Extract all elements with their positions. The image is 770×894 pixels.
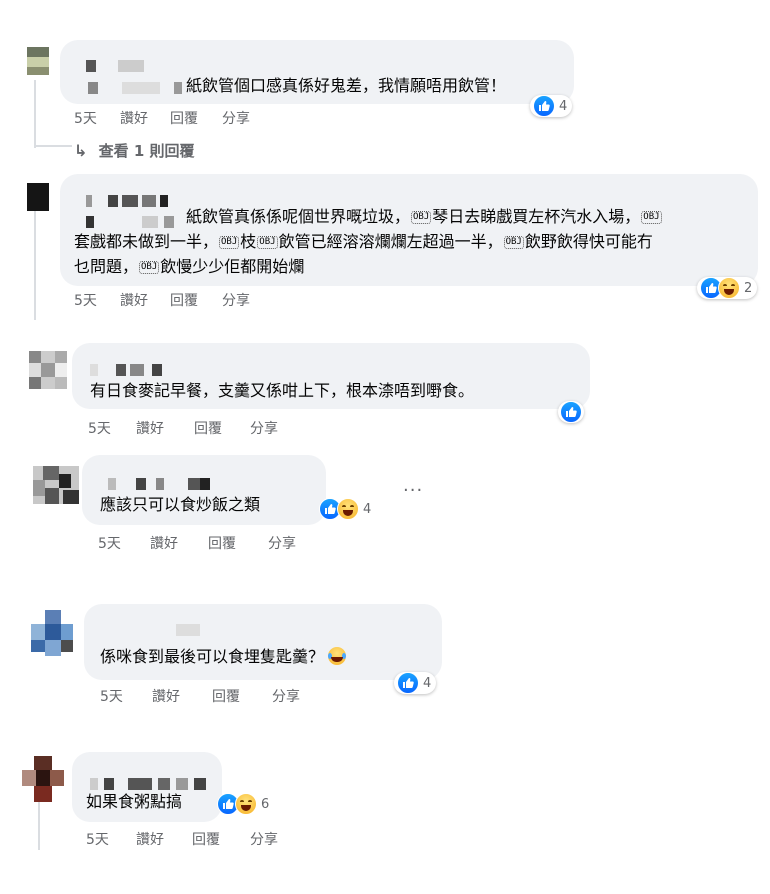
thread-line (34, 210, 36, 320)
reply-button[interactable]: 回覆 (192, 829, 220, 849)
commenter-name[interactable] (90, 364, 180, 376)
commenter-name[interactable] (82, 195, 182, 207)
comment-actions: 5天 讚好 回覆 分享 (88, 418, 388, 438)
reply-button[interactable]: 回覆 (208, 533, 236, 553)
comment-text: 係咪食到最後可以食埋隻匙羹？ (100, 644, 347, 669)
obj-glyph: OBJ (503, 236, 524, 249)
comment-time[interactable]: 5天 (86, 829, 109, 849)
obj-glyph: OBJ (411, 211, 432, 224)
comment-actions: 5天 讚好 回覆 分享 (98, 533, 398, 553)
comment-text: 應該只可以食炒飯之類 (100, 495, 261, 514)
like-reaction-icon (533, 95, 555, 117)
avatar[interactable] (22, 756, 64, 802)
reply-button[interactable]: 回覆 (212, 686, 240, 706)
view-replies-link[interactable]: ↳ 查看 1 則回覆 (74, 140, 195, 161)
comment-text: 紙飲管個口感真係好鬼差，我情願唔用飲管！ (186, 76, 507, 95)
reaction-summary[interactable]: 4 (316, 498, 376, 520)
share-button[interactable]: 分享 (268, 533, 296, 553)
thread-line (34, 80, 36, 148)
commenter-name-line2[interactable] (82, 216, 182, 228)
share-button[interactable]: 分享 (250, 829, 278, 849)
avatar[interactable] (31, 610, 73, 656)
like-button[interactable]: 讚好 (150, 533, 178, 553)
comment-time[interactable]: 5天 (74, 290, 97, 310)
reaction-count: 2 (744, 280, 753, 296)
commenter-name-line2[interactable] (82, 82, 182, 94)
reply-button[interactable]: 回覆 (170, 290, 198, 310)
share-button[interactable]: 分享 (222, 290, 250, 310)
like-button[interactable]: 讚好 (120, 108, 148, 128)
comment-actions: 5天 讚好 回覆 分享 (86, 829, 386, 849)
view-replies-label: 查看 1 則回覆 (98, 142, 195, 160)
comment-actions: 5天 讚好 回覆 分享 (74, 108, 374, 128)
obj-glyph: OBJ (139, 261, 160, 274)
like-button[interactable]: 讚好 (120, 290, 148, 310)
comment-time[interactable]: 5天 (88, 418, 111, 438)
like-button[interactable]: 讚好 (136, 829, 164, 849)
reaction-count: 4 (423, 675, 432, 691)
comment-time[interactable]: 5天 (100, 686, 123, 706)
avatar[interactable] (29, 351, 67, 389)
reaction-count: 4 (559, 98, 568, 114)
comment-text-line2: 套戲都未做到一半， OBJ 枝 OBJ 飲管已經溶溶爛爛左超過一半， OBJ 飲野飲得快可能… (74, 232, 653, 251)
tears-of-joy-emoji-icon (328, 647, 347, 665)
haha-reaction-icon (235, 793, 257, 815)
thread-line (34, 145, 72, 147)
reaction-summary[interactable] (558, 401, 584, 423)
comment-text-line3: 乜問題， OBJ 飲慢少少佢都開始爛 (74, 257, 305, 276)
reply-arrow-icon: ↳ (74, 141, 88, 160)
commenter-name[interactable] (100, 478, 210, 490)
reaction-summary[interactable]: 2 (697, 277, 758, 299)
reply-button[interactable]: 回覆 (170, 108, 198, 128)
more-options-icon[interactable]: ··· (403, 480, 423, 501)
like-button[interactable]: 讚好 (136, 418, 164, 438)
reaction-summary[interactable]: 4 (394, 672, 437, 694)
like-button[interactable]: 讚好 (152, 686, 180, 706)
obj-glyph: OBJ (257, 236, 278, 249)
comment-text-line1: 紙飲管真係係呢個世界嘅垃圾， OBJ 琴日去睇戲買左杯汽水入場， OBJ (186, 207, 662, 226)
avatar[interactable] (27, 183, 49, 211)
haha-reaction-icon (337, 498, 359, 520)
like-reaction-icon (397, 672, 419, 694)
share-button[interactable]: 分享 (250, 418, 278, 438)
avatar[interactable] (33, 466, 79, 504)
obj-glyph: OBJ (641, 211, 662, 224)
comment-actions: 5天 讚好 回覆 分享 (100, 686, 400, 706)
obj-glyph: OBJ (219, 236, 240, 249)
reply-button[interactable]: 回覆 (194, 418, 222, 438)
comment-text: 有日食麥記早餐，支羹又係咁上下，根本渿唔到嘢食。 (90, 381, 475, 400)
like-reaction-icon (560, 401, 582, 423)
share-button[interactable]: 分享 (222, 108, 250, 128)
comment-text: 如果食粥點搞 (86, 792, 183, 811)
comment-time[interactable]: 5天 (98, 533, 121, 553)
reaction-count: 6 (261, 796, 270, 812)
comment-actions: 5天 讚好 回覆 分享 (74, 290, 374, 310)
reaction-count: 4 (363, 501, 372, 517)
commenter-name[interactable] (82, 60, 182, 72)
thread-line (38, 800, 40, 850)
haha-reaction-icon (718, 277, 740, 299)
comment-time[interactable]: 5天 (74, 108, 97, 128)
commenter-name[interactable] (100, 624, 210, 636)
reaction-summary[interactable]: 4 (530, 95, 573, 117)
share-button[interactable]: 分享 (272, 686, 300, 706)
avatar[interactable] (27, 47, 49, 75)
reaction-summary[interactable]: 6 (214, 793, 274, 815)
